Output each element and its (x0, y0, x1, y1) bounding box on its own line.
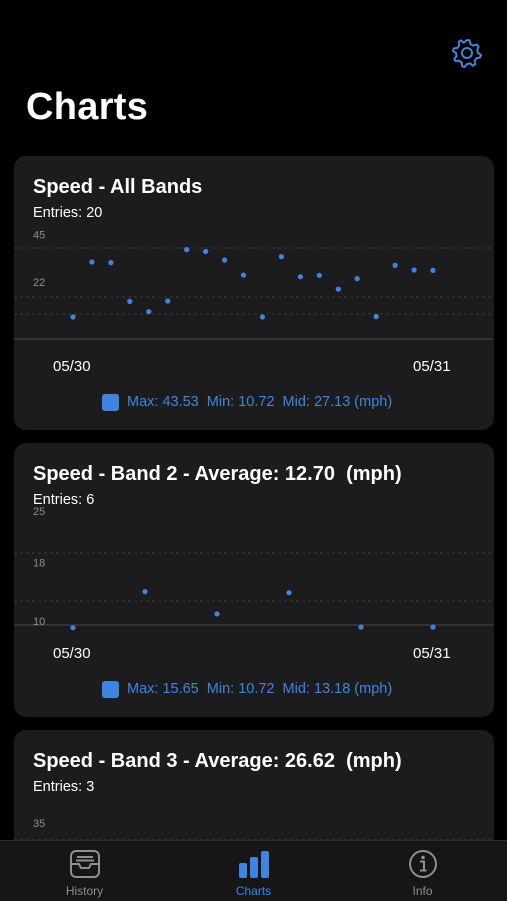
tab-charts[interactable]: Charts (169, 841, 338, 901)
data-point (240, 272, 247, 278)
x-label-start: 05/30 (53, 645, 91, 662)
y-tick-label: 18 (33, 557, 45, 569)
bar-chart-icon (238, 851, 269, 878)
data-point (184, 247, 190, 253)
data-point (335, 286, 341, 292)
tab-info[interactable]: Info (338, 841, 507, 901)
chart-legend: Max: 43.53 Min: 10.72 Mid: 27.13 (mph) (102, 392, 392, 412)
chart-legend: Max: 15.65 Min: 10.72 Mid: 13.18 (mph) (102, 679, 392, 699)
data-point (89, 259, 95, 265)
data-point (203, 248, 209, 255)
chart-card-band-2: Speed - Band 2 - Average: 12.70 (mph) En… (14, 443, 494, 717)
data-point (142, 589, 148, 595)
data-point (222, 257, 228, 263)
x-label-end: 05/31 (413, 358, 451, 375)
data-point (127, 298, 133, 304)
legend-text: Max: 15.65 Min: 10.72 Mid: 13.18 (mph) (127, 681, 393, 697)
data-point (373, 314, 379, 320)
scatter-chart: 10 18 25 05/30 05/31 (14, 506, 494, 662)
data-point (165, 298, 171, 304)
y-tick-label: 22 (33, 277, 45, 289)
y-tick-label: 10 (33, 616, 45, 628)
data-point (286, 590, 292, 596)
data-point (278, 254, 284, 260)
x-label-end: 05/31 (413, 645, 451, 662)
legend-swatch (102, 393, 119, 411)
tab-label: Charts (235, 884, 272, 898)
scatter-chart: 22 45 05/30 05/31 (14, 230, 494, 375)
data-point (146, 309, 152, 315)
x-label-start: 05/30 (53, 358, 91, 375)
y-tick-label: 35 (33, 818, 45, 830)
info-circle-icon (408, 850, 437, 878)
gear-icon (452, 39, 482, 68)
tab-bar: History Charts Info (0, 840, 507, 901)
data-point (316, 272, 322, 278)
data-point (411, 267, 417, 273)
legend-text: Max: 43.53 Min: 10.72 Mid: 27.13 (mph) (127, 394, 393, 410)
tab-label: Info (412, 884, 433, 898)
data-point (354, 276, 360, 282)
page-title: Charts (26, 86, 149, 128)
data-point (297, 274, 303, 280)
data-point (358, 624, 364, 630)
y-tick-label: 45 (33, 230, 45, 242)
tab-history[interactable]: History (0, 841, 169, 901)
data-point (108, 260, 114, 266)
data-point (392, 262, 398, 268)
settings-button[interactable] (450, 36, 484, 70)
legend-swatch (102, 680, 119, 698)
inbox-tray-icon (69, 850, 100, 878)
data-point (430, 624, 436, 630)
y-tick-label: 25 (33, 506, 45, 518)
data-point (259, 314, 266, 320)
data-point (70, 625, 76, 631)
data-point (214, 611, 220, 617)
tab-label: History (65, 884, 104, 898)
chart-card-all-bands: Speed - All Bands Entries: 20 22 45 05/30… (14, 156, 494, 430)
data-point (430, 267, 436, 273)
data-point (70, 314, 76, 320)
